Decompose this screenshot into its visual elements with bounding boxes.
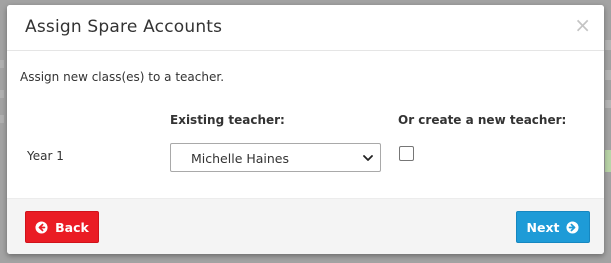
create-new-teacher-checkbox[interactable]: [399, 146, 414, 161]
selected-teacher-value: Michelle Haines: [191, 151, 290, 166]
backdrop-fragment: [0, 115, 4, 123]
backdrop-fragment: [605, 70, 611, 80]
dialog-body: Assign new class(es) to a teacher. Exist…: [7, 51, 604, 198]
backdrop-fragment: [0, 90, 4, 98]
next-button[interactable]: Next: [516, 211, 590, 243]
dialog-header: Assign Spare Accounts ×: [7, 5, 604, 51]
arrow-circle-left-icon: [35, 220, 48, 234]
arrow-circle-right-icon: [566, 220, 580, 234]
dialog-title: Assign Spare Accounts: [25, 17, 223, 37]
backdrop-fragment: [0, 60, 4, 68]
backdrop-fragment: [605, 150, 611, 172]
close-icon[interactable]: ×: [574, 15, 591, 35]
chevron-down-icon: [363, 155, 373, 161]
backdrop-fragment: [605, 40, 611, 50]
back-button[interactable]: Back: [25, 211, 99, 243]
next-button-label: Next: [526, 219, 560, 235]
existing-teacher-heading: Existing teacher:: [170, 113, 285, 127]
back-button-label: Back: [55, 219, 89, 235]
backdrop-fragment: [605, 100, 611, 108]
existing-teacher-select[interactable]: Michelle Haines: [170, 143, 381, 172]
assign-spare-accounts-dialog: Assign Spare Accounts × Assign new class…: [7, 5, 604, 254]
intro-text: Assign new class(es) to a teacher.: [20, 70, 225, 84]
class-name-label: Year 1: [27, 149, 64, 163]
new-teacher-heading: Or create a new teacher:: [398, 113, 567, 127]
dialog-footer: Back Next: [7, 198, 604, 254]
